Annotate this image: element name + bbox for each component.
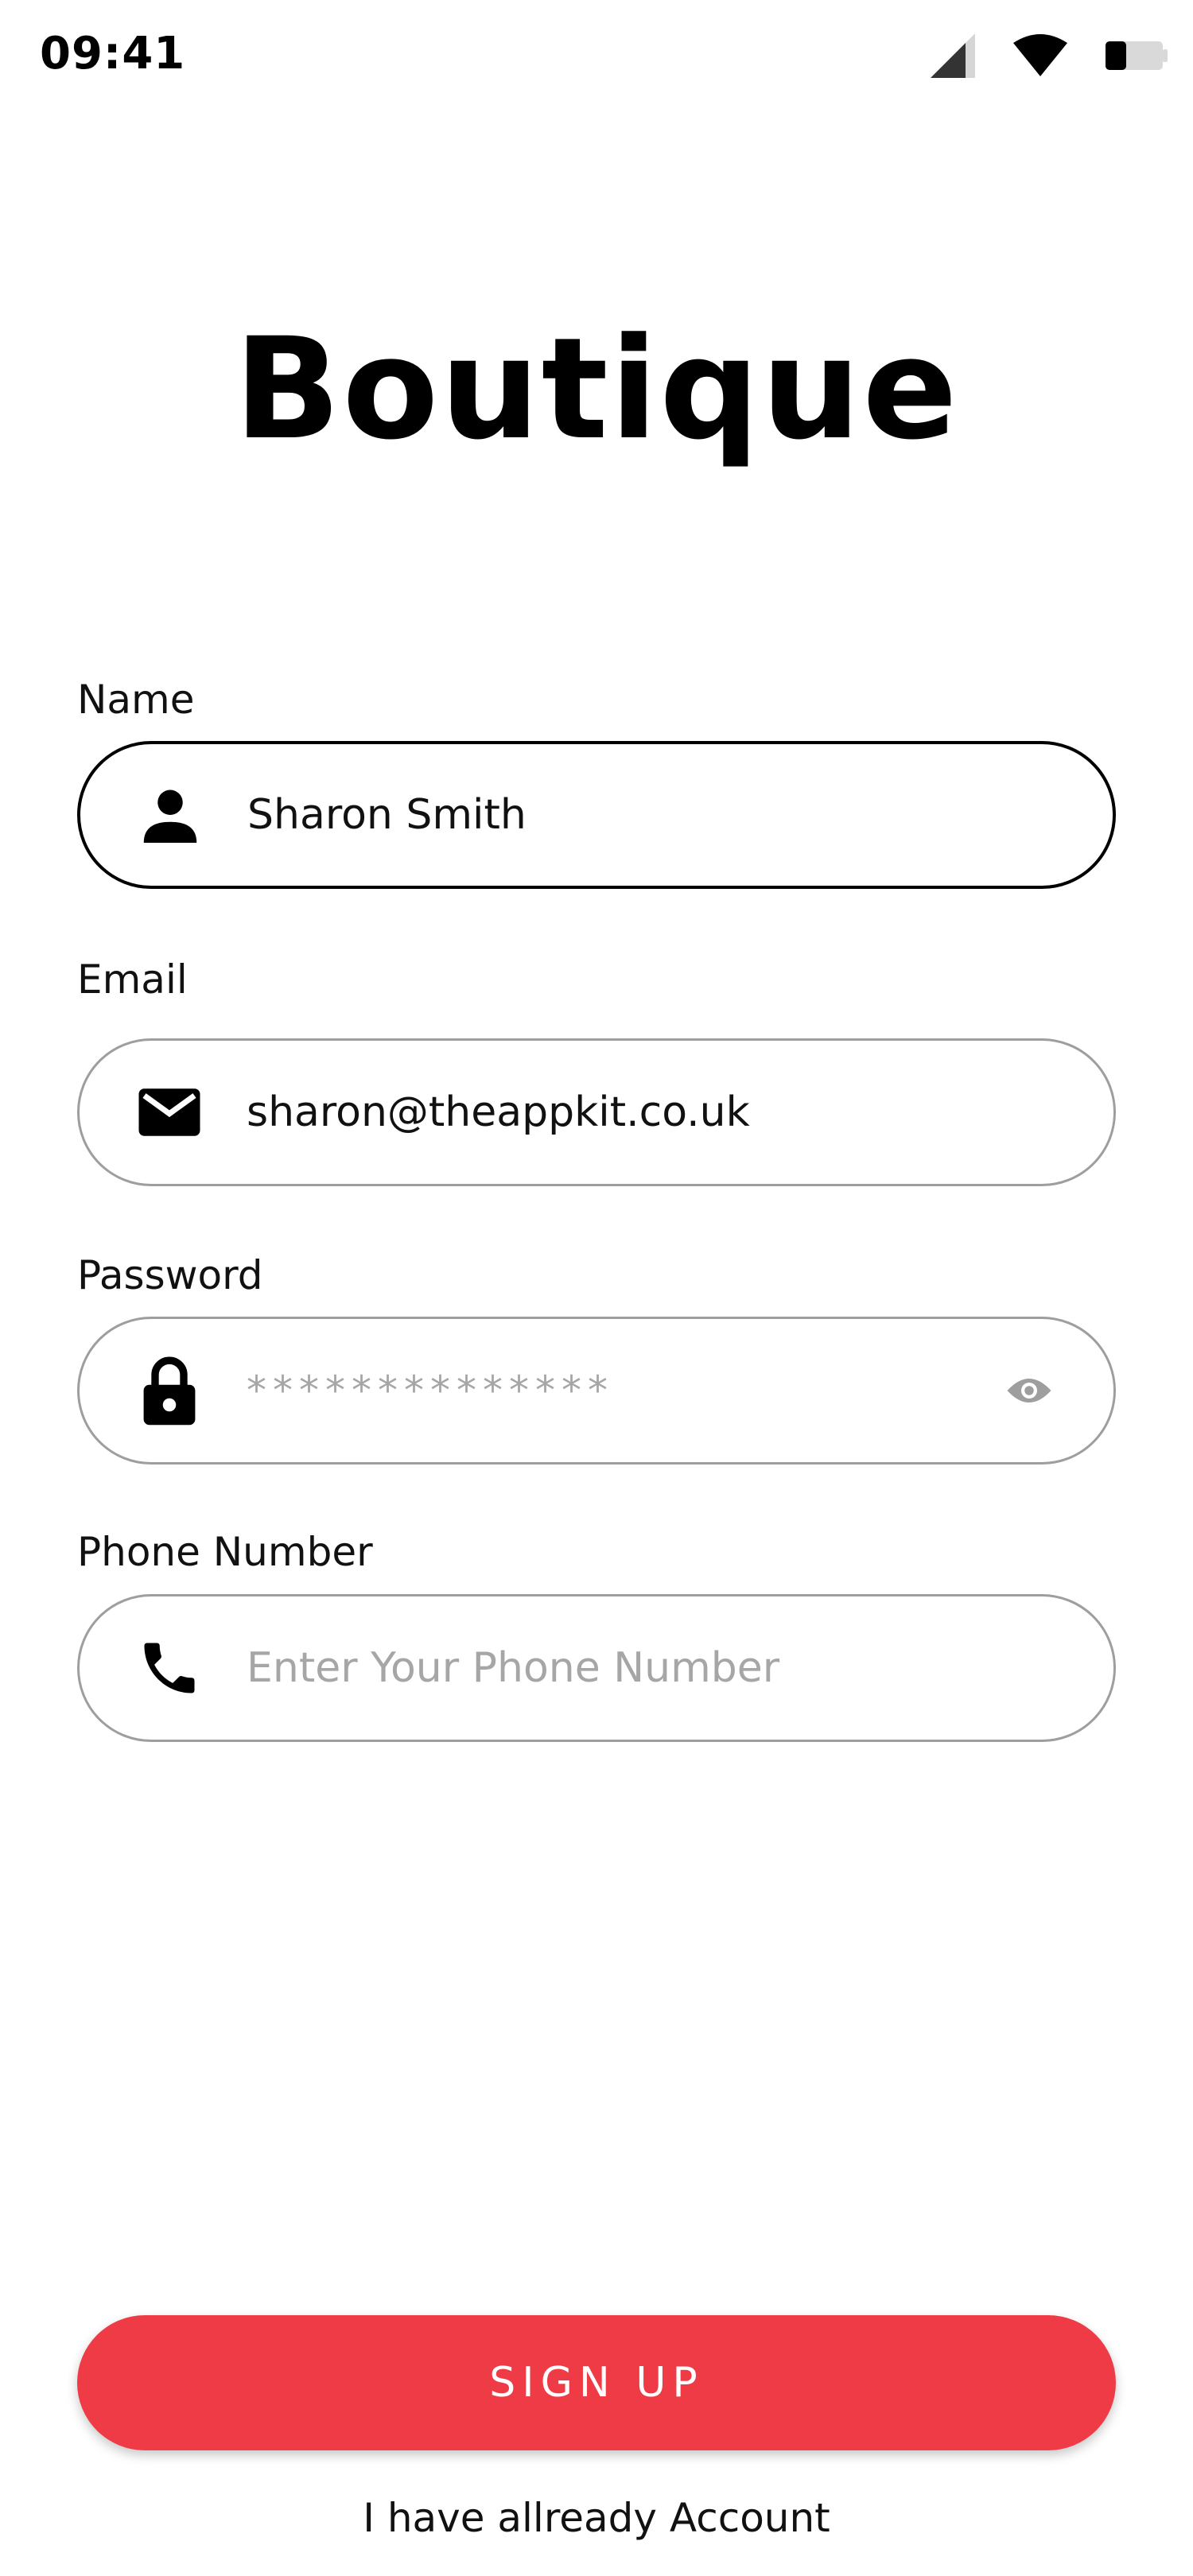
person-icon	[136, 781, 204, 849]
status-time: 09:41	[40, 28, 186, 80]
signup-button[interactable]: SIGN UP	[77, 2315, 1116, 2450]
email-input-value[interactable]: sharon@theappkit.co.uk	[247, 1085, 750, 1139]
wifi-icon	[1012, 33, 1069, 78]
mail-icon	[135, 1078, 204, 1146]
password-field[interactable]: **************	[77, 1317, 1116, 1465]
password-input-value[interactable]: **************	[247, 1364, 614, 1418]
phone-label: Phone Number	[77, 1529, 373, 1575]
status-bar: 09:41	[0, 0, 1193, 111]
name-field[interactable]: Sharon Smith	[77, 741, 1116, 889]
email-label: Email	[77, 956, 188, 1003]
cellular-signal-icon	[929, 32, 977, 80]
lock-icon	[135, 1356, 204, 1426]
signup-button-label: SIGN UP	[489, 2359, 704, 2407]
eye-icon[interactable]	[1001, 1362, 1058, 1419]
phone-icon	[135, 1634, 204, 1702]
password-label: Password	[77, 1252, 263, 1298]
status-icons	[929, 30, 1169, 81]
app-title: Boutique	[234, 308, 959, 471]
email-field[interactable]: sharon@theappkit.co.uk	[77, 1038, 1116, 1186]
battery-icon	[1104, 38, 1169, 73]
phone-input-placeholder[interactable]: Enter Your Phone Number	[247, 1641, 779, 1695]
name-input-value[interactable]: Sharon Smith	[247, 788, 527, 842]
phone-field[interactable]: Enter Your Phone Number	[77, 1594, 1116, 1742]
login-link[interactable]: I have allready Account	[0, 2493, 1193, 2543]
name-label: Name	[77, 677, 195, 723]
